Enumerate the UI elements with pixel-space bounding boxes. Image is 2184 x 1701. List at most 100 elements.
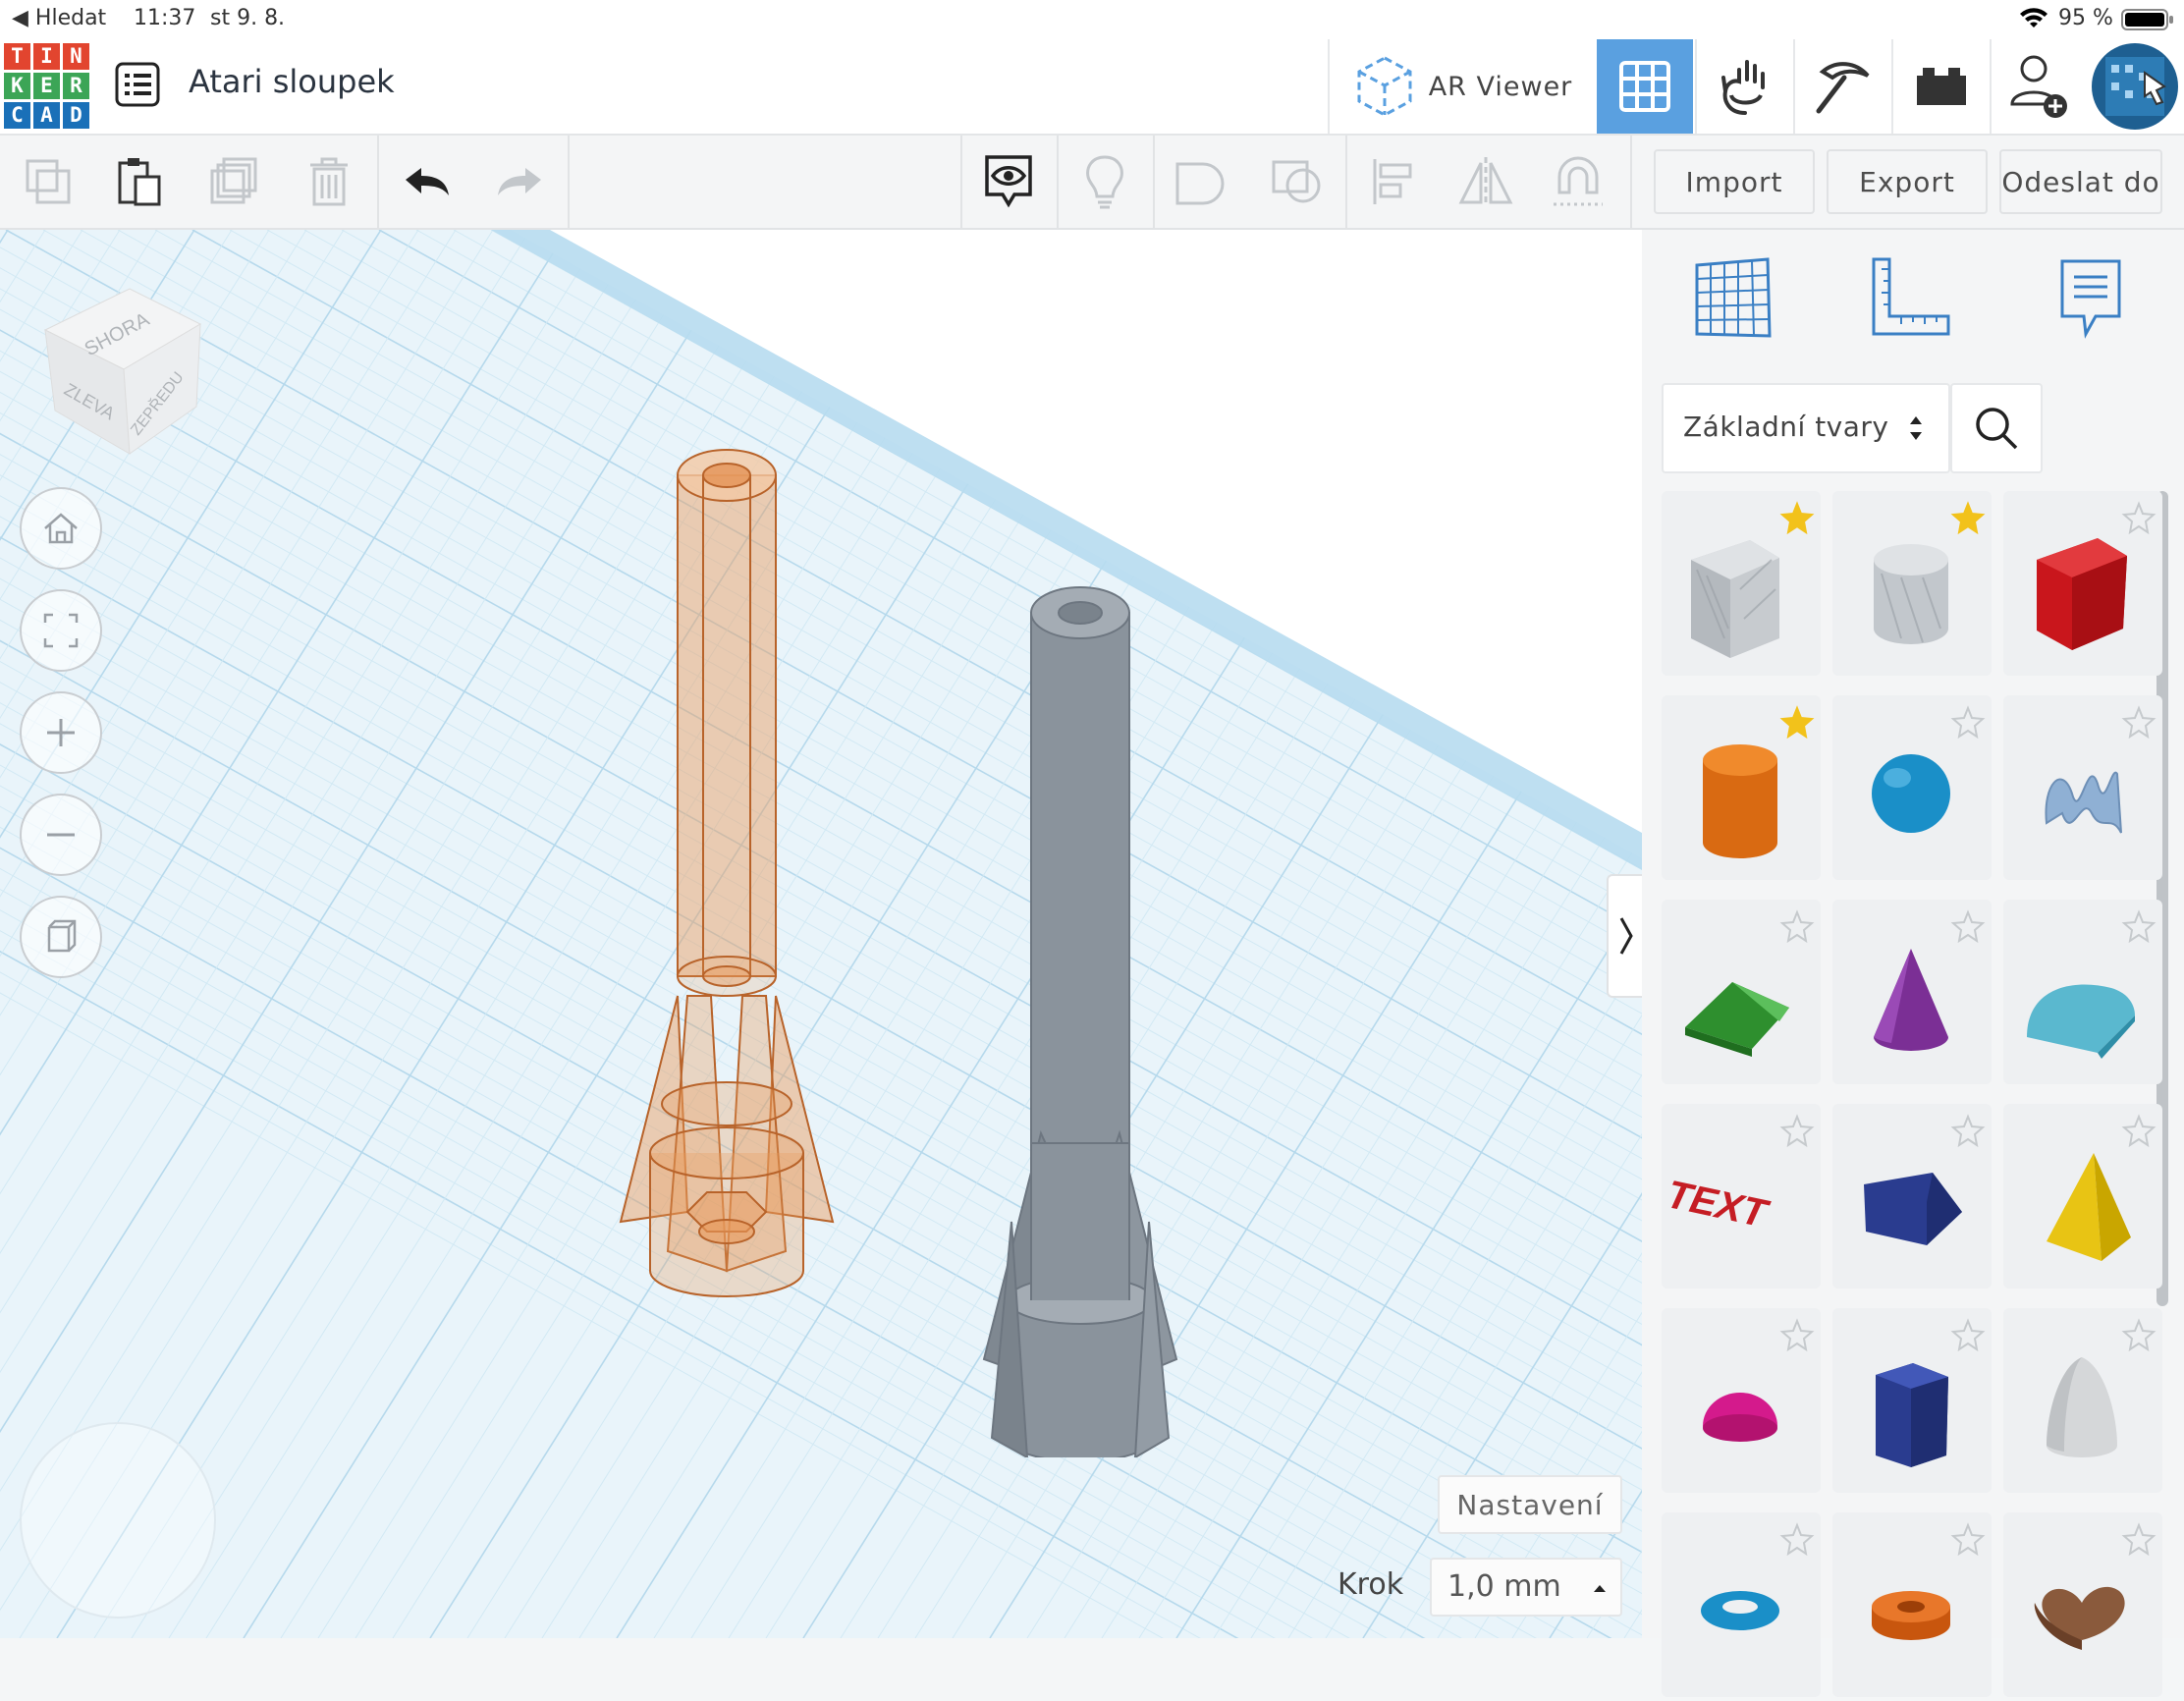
home-icon [44,513,78,544]
favorite-star-icon[interactable] [1779,909,1815,945]
lightbulb-icon [1086,155,1123,209]
paste-icon [118,158,161,206]
favorite-star-icon[interactable] [2121,1318,2157,1353]
shape-tile-roof[interactable] [1662,900,1821,1084]
favorite-star-icon[interactable] [1950,705,1986,741]
shape-tile-cylinder-hole[interactable] [1832,491,1992,676]
toolbar-divider [568,136,570,228]
bricks-view-button[interactable] [1793,39,1891,134]
favorite-star-icon[interactable] [2121,909,2157,945]
group-button[interactable] [1173,153,1229,210]
duplicate-button[interactable] [206,153,263,210]
favorite-star-icon[interactable] [2121,501,2157,536]
shape-tile-cylinder[interactable] [1662,695,1821,880]
logo-letter: K [4,73,30,99]
shape-tile-sphere[interactable] [1832,695,1992,880]
import-button[interactable]: Import [1654,149,1815,214]
home-view-button[interactable] [20,487,102,570]
export-button[interactable]: Export [1827,149,1988,214]
duplicate-icon [210,157,257,204]
ar-viewer-label: AR Viewer [1428,71,1573,102]
favorite-star-icon[interactable] [1779,1114,1815,1149]
align-button[interactable] [1365,153,1422,210]
hint-button[interactable] [1076,153,1133,210]
3d-design-view-button[interactable] [1597,39,1693,134]
delete-button[interactable] [300,153,357,210]
tinkercad-logo[interactable]: TIN KER CAD [4,43,90,130]
ruler-tool-icon[interactable] [1868,255,1952,342]
shape-library-select[interactable]: Základní tvary [1662,383,1950,473]
favorite-star-icon[interactable] [1779,1522,1815,1558]
shape-search-button[interactable] [1950,383,2043,473]
favorite-star-icon[interactable] [1950,1114,1986,1149]
shape-tile-box-hole[interactable] [1662,491,1821,676]
shape-tile-text[interactable]: TEXT [1659,1104,1821,1289]
shape-tile-tube[interactable] [1832,1512,1992,1697]
toolbar-divider [377,136,379,228]
favorite-star-icon[interactable] [2121,1522,2157,1558]
shape-tile-pyramid[interactable] [2003,1104,2162,1289]
shape-tile-wedge[interactable] [1832,1104,1992,1289]
design-list-icon[interactable] [114,61,161,108]
undo-icon [406,168,449,195]
fit-view-button[interactable] [20,589,102,672]
pickaxe-icon [1816,62,1870,114]
minus-icon [47,833,75,837]
copy-button[interactable] [20,153,77,210]
invite-user-button[interactable] [1990,39,2086,134]
step-select[interactable]: 1,0 mm [1430,1558,1622,1617]
nav-joystick[interactable] [20,1422,216,1619]
settings-button[interactable]: Nastavení [1438,1475,1622,1534]
workplane-canvas[interactable]: SHORA ZLEVA ZEPŘEDU Nastavení Krok 1,0 m… [0,230,1642,1638]
notes-tool-icon[interactable] [2056,255,2125,344]
shape-tile-box[interactable] [2003,491,2162,676]
shape-tile-torus[interactable] [1662,1512,1821,1697]
send-to-button[interactable]: Odeslat do [1999,149,2162,214]
favorite-star-icon[interactable] [1950,1522,1986,1558]
ungroup-icon [1272,160,1321,203]
cruise-button[interactable] [1550,153,1607,210]
solid-object[interactable] [972,574,1198,1457]
workplane-tool-icon[interactable] [1693,257,1774,340]
shape-tile-heart[interactable] [2003,1512,2162,1697]
favorite-star-icon[interactable] [1950,1318,1986,1353]
shapes-panel: Základní tvary TEXT [1642,230,2184,1697]
logo-letter: I [33,43,60,70]
favorite-star-icon[interactable] [1779,705,1815,741]
panel-toggle-button[interactable] [1607,874,1642,998]
shape-tile-paraboloid[interactable] [2003,1308,2162,1493]
search-icon [1976,408,2018,450]
toolbar-divider [1630,136,1632,228]
design-title[interactable]: Atari sloupek [189,63,395,100]
clock: 11:37 [134,6,196,30]
shape-tile-half-sphere[interactable] [1662,1308,1821,1493]
favorite-star-icon[interactable] [2121,1114,2157,1149]
hole-object[interactable] [609,446,845,1349]
zoom-in-button[interactable] [20,691,102,774]
perspective-button[interactable] [20,896,102,978]
favorite-star-icon[interactable] [1779,501,1815,536]
favorite-star-icon[interactable] [2121,705,2157,741]
date: st 9. 8. [210,6,286,30]
view-cube[interactable]: SHORA ZLEVA ZEPŘEDU [39,279,206,456]
redo-button[interactable] [491,153,548,210]
favorite-star-icon[interactable] [1779,1318,1815,1353]
mirror-button[interactable] [1457,153,1514,210]
shape-tile-polygon[interactable] [1832,1308,1992,1493]
shape-tile-cone[interactable] [1832,900,1992,1084]
ungroup-button[interactable] [1269,153,1326,210]
zoom-out-button[interactable] [20,794,102,876]
favorite-star-icon[interactable] [1950,501,1986,536]
user-avatar[interactable] [2092,43,2178,130]
sim-lab-button[interactable] [1891,39,1990,134]
blocks-view-button[interactable] [1695,39,1793,134]
ar-viewer-button[interactable]: AR Viewer [1328,39,1597,134]
shape-tile-round-roof[interactable] [2003,900,2162,1084]
show-all-button[interactable] [980,153,1037,210]
shape-tile-scribble[interactable] [2003,695,2162,880]
undo-button[interactable] [399,153,456,210]
paste-button[interactable] [110,153,167,210]
favorite-star-icon[interactable] [1950,909,1986,945]
back-to-search[interactable]: ◀ Hledat [12,6,106,30]
ar-cube-icon [1357,56,1412,117]
